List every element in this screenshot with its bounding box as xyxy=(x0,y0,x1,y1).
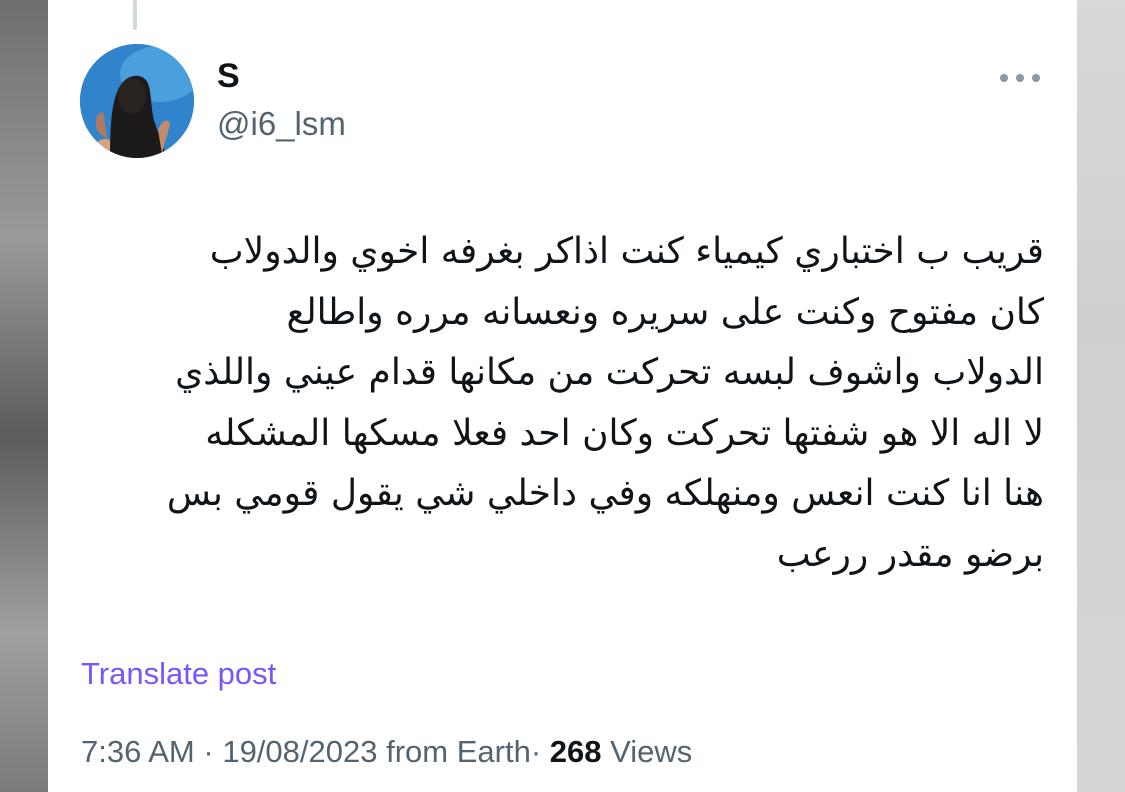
post-text-line: هنا انا كنت انعس ومنهلكه وفي داخلي شي يق… xyxy=(166,473,1044,514)
meta-separator: · xyxy=(530,734,542,769)
more-dot xyxy=(1000,74,1008,82)
views-label[interactable]: Views xyxy=(610,734,692,769)
background-right xyxy=(1077,0,1125,792)
post-text-line: لا اله الا هو شفتها تحركت وكان احد فعلا … xyxy=(205,412,1044,454)
post-source: from Earth xyxy=(386,734,531,769)
post-date[interactable]: 19/08/2023 xyxy=(222,734,377,769)
post-time[interactable]: 7:36 AM xyxy=(81,734,195,769)
more-dot xyxy=(1032,74,1040,82)
background-left xyxy=(0,0,48,792)
thread-connector-line xyxy=(133,0,137,30)
post-text-line: قريب ب اختباري كيمياء كنت اذاكر بغرفه اخ… xyxy=(209,231,1044,272)
post-text-line: الدولاب واشوف لبسه تحركت من مكانها قدام … xyxy=(175,352,1044,393)
post-metadata: 7:36 AM · 19/08/2023 from Earth· 268 Vie… xyxy=(81,732,692,772)
views-count[interactable]: 268 xyxy=(550,734,602,769)
author-handle[interactable]: @i6_lsm xyxy=(217,104,346,144)
post-text: قريب ب اختباري كيمياء كنت اذاكر بغرفه اخ… xyxy=(80,222,1044,585)
meta-separator: · xyxy=(203,734,214,769)
post-text-line: كان مفتوح وكنت على سريره ونعسانه مرره وا… xyxy=(286,291,1044,333)
more-horizontal-icon[interactable] xyxy=(1000,66,1040,90)
more-dot xyxy=(1016,74,1024,82)
avatar[interactable] xyxy=(80,44,194,158)
translate-post-link[interactable]: Translate post xyxy=(81,654,276,694)
post-text-line: برضو مقدر ررعب xyxy=(776,533,1044,575)
author-display-name[interactable]: S xyxy=(217,56,240,96)
profile-photo-icon xyxy=(80,44,194,158)
